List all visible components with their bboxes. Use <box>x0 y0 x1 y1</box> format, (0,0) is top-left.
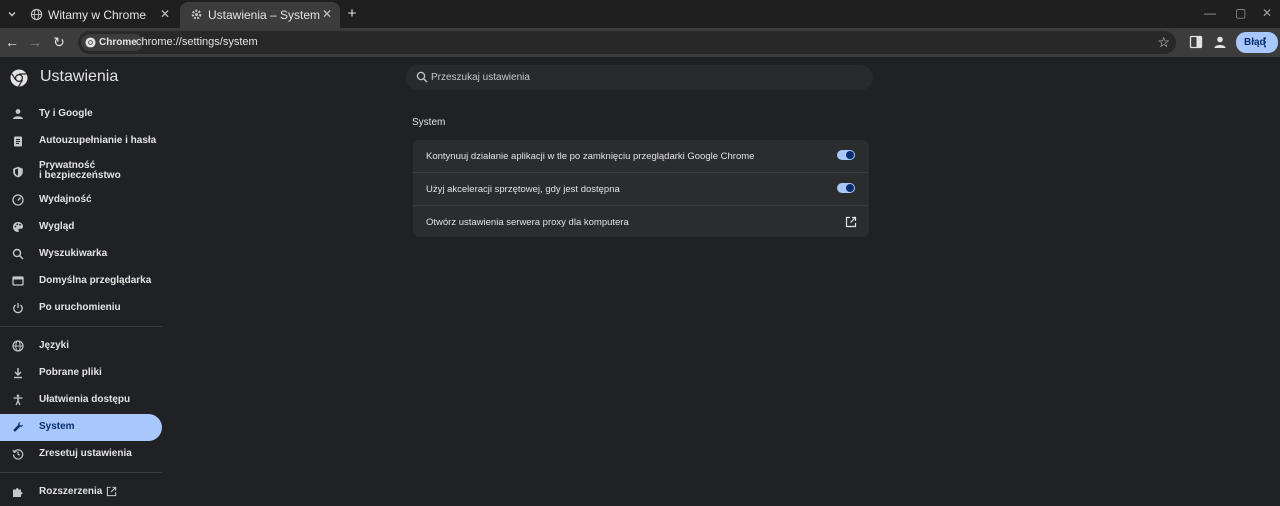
sidebar-divider <box>0 326 162 327</box>
minimize-icon[interactable]: — <box>1204 6 1216 20</box>
sidebar-item-label: Zresetuj ustawienia <box>39 448 132 459</box>
sidebar-item-default-browser[interactable]: Domyślna przeglądarka <box>0 268 162 295</box>
history-icon <box>12 449 24 460</box>
side-panel-icon[interactable] <box>1189 35 1203 49</box>
puzzle-icon <box>13 488 23 497</box>
new-tab-button[interactable]: + <box>344 6 360 22</box>
tab-welcome[interactable]: Witamy w Chrome ✕ <box>20 2 178 28</box>
palette-icon <box>13 222 23 232</box>
site-chip[interactable]: Chrome <box>81 34 143 51</box>
sidebar-item-label: Wygląd <box>39 221 75 232</box>
window-close-icon[interactable]: ✕ <box>1262 6 1272 20</box>
sidebar-item-label: Wydajność <box>39 194 92 205</box>
clipboard-icon <box>14 136 22 147</box>
sidebar-divider <box>0 472 162 473</box>
sidebar-item-label: Domyślna przeglądarka <box>39 275 152 286</box>
sidebar-item-system[interactable]: System <box>0 414 162 441</box>
forward-arrow-icon[interactable]: → <box>27 34 43 50</box>
person-icon <box>13 109 23 119</box>
sidebar-item-accessibility[interactable]: Ułatwienia dostępu <box>0 387 162 414</box>
close-tab-icon[interactable]: ✕ <box>160 7 170 21</box>
sidebar-item-label: System <box>39 421 75 432</box>
shield-icon <box>13 166 23 178</box>
section-title: System <box>412 117 446 128</box>
sidebar-item-label: Ułatwienia dostępu <box>39 394 131 405</box>
speedometer-icon <box>12 194 24 206</box>
search-icon <box>12 248 24 260</box>
sidebar-item-performance[interactable]: Wydajność <box>0 187 162 214</box>
tab-search-chevron-icon[interactable] <box>4 6 20 22</box>
sidebar-item-label: Wyszukiwarka <box>39 248 108 259</box>
chrome-logo-icon <box>85 37 96 48</box>
system-settings-card: Kontynuuj działanie aplikacji w tle po z… <box>413 140 869 237</box>
tab-settings-system[interactable]: Ustawienia – System ✕ <box>180 2 340 28</box>
sidebar-item-privacy[interactable]: Prywatność i bezpieczeństwo <box>0 155 162 189</box>
sidebar-item-label: Autouzupełnianie i hasła <box>39 135 157 146</box>
setting-label: Użyj akceleracji sprzętowej, gdy jest do… <box>426 184 620 195</box>
sidebar-item-languages[interactable]: Języki <box>0 333 162 360</box>
menu-dots-icon[interactable]: ⋮ <box>1259 32 1271 53</box>
profile-error-button[interactable]: Błąd ⋮ <box>1236 32 1278 53</box>
url-text[interactable]: chrome://settings/system <box>136 36 258 48</box>
setting-label: Otwórz ustawienia serwera proxy dla komp… <box>426 217 629 228</box>
open-in-new-icon <box>106 486 117 497</box>
setting-label: Kontynuuj działanie aplikacji w tle po z… <box>426 151 755 162</box>
restore-icon[interactable]: ▢ <box>1235 6 1246 20</box>
sidebar-item-label: Pobrane pliki <box>39 367 102 378</box>
tab-title: Witamy w Chrome <box>48 8 147 22</box>
reload-icon[interactable]: ↻ <box>51 34 67 50</box>
download-icon <box>14 368 22 379</box>
globe-icon <box>30 8 43 21</box>
background-apps-toggle[interactable] <box>837 150 855 160</box>
sidebar-item-search-engine[interactable]: Wyszukiwarka <box>0 241 162 268</box>
setting-row-background-apps[interactable]: Kontynuuj działanie aplikacji w tle po z… <box>413 140 869 172</box>
setting-row-proxy-settings[interactable]: Otwórz ustawienia serwera proxy dla komp… <box>413 205 869 237</box>
gear-icon <box>191 9 202 20</box>
sidebar-item-label: Prywatność i bezpieczeństwo <box>39 160 121 181</box>
back-arrow-icon[interactable]: ← <box>4 34 20 50</box>
hardware-acceleration-toggle[interactable] <box>837 183 855 193</box>
globe-icon <box>12 340 24 352</box>
search-icon <box>416 71 428 83</box>
power-icon <box>13 303 23 314</box>
sidebar-item-label: Rozszerzenia <box>39 486 103 497</box>
tab-title: Ustawienia – System <box>208 8 321 22</box>
sidebar-item-appearance[interactable]: Wygląd <box>0 214 162 241</box>
address-bar[interactable]: Chrome chrome://settings/system ☆ <box>78 31 1176 54</box>
site-chip-label: Chrome <box>99 37 137 48</box>
open-in-new-icon[interactable] <box>845 216 857 228</box>
sidebar-item-label: Po uruchomieniu <box>39 302 121 313</box>
settings-search-input[interactable]: Przeszukaj ustawienia <box>406 65 873 90</box>
bookmark-star-icon[interactable]: ☆ <box>1157 34 1170 51</box>
sidebar-item-autofill[interactable]: Autouzupełnianie i hasła <box>0 128 162 155</box>
sidebar-item-you-and-google[interactable]: Ty i Google <box>0 101 162 128</box>
close-tab-icon[interactable]: ✕ <box>322 7 332 21</box>
sidebar-item-label: Ty i Google <box>39 108 93 119</box>
sidebar-item-on-startup[interactable]: Po uruchomieniu <box>0 295 162 322</box>
browser-toolbar: ← → ↻ Chrome chrome://settings/system ☆ … <box>0 28 1280 57</box>
page-title: Ustawienia <box>40 68 119 85</box>
wrench-icon <box>13 422 23 432</box>
sidebar-item-downloads[interactable]: Pobrane pliki <box>0 360 162 387</box>
sidebar-item-extensions[interactable]: Rozszerzenia <box>0 479 162 506</box>
profile-person-icon[interactable] <box>1213 35 1227 49</box>
chrome-logo-icon <box>10 69 28 87</box>
sidebar-item-reset-settings[interactable]: Zresetuj ustawienia <box>0 441 162 468</box>
browser-icon <box>12 276 24 286</box>
search-placeholder: Przeszukaj ustawienia <box>431 72 530 83</box>
tab-strip: Witamy w Chrome ✕ Ustawienia – System ✕ … <box>0 0 1280 28</box>
setting-row-hardware-acceleration[interactable]: Użyj akceleracji sprzętowej, gdy jest do… <box>413 172 869 204</box>
accessibility-icon <box>13 394 23 406</box>
sidebar-item-label: Języki <box>39 340 70 351</box>
